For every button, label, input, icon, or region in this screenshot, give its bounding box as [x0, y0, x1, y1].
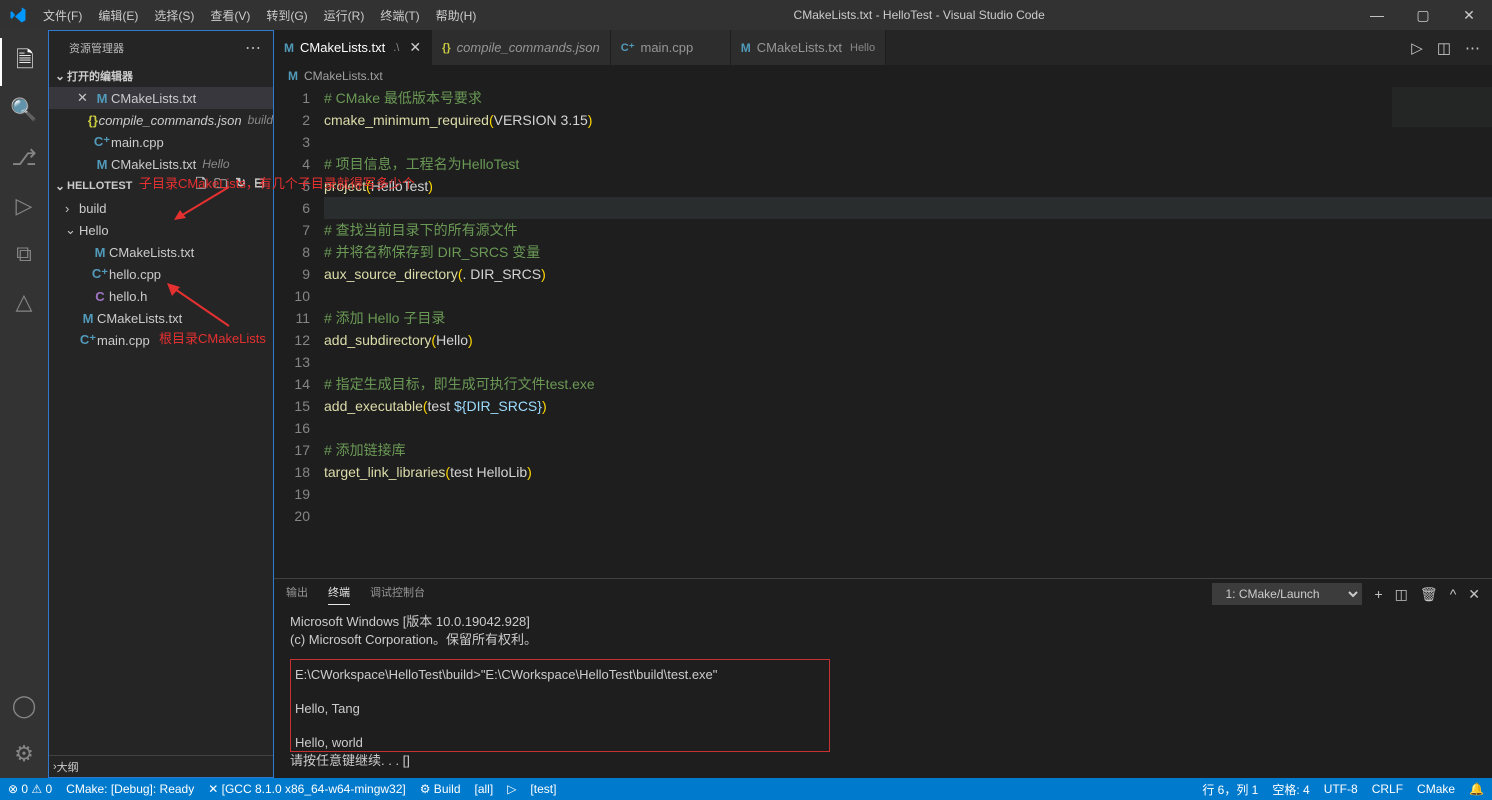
tab-more-icon[interactable]: ⋯: [1465, 39, 1480, 57]
menu-item[interactable]: 文件(F): [35, 7, 90, 24]
panel: 输出终端调试控制台 1: CMake/Launch + ◫ 🗑 ^ ✕ Micr…: [274, 578, 1492, 778]
file-tree-item[interactable]: C⁺hello.cpp: [49, 263, 273, 285]
sidebar-title: 资源管理器: [69, 40, 124, 56]
close-button[interactable]: ✕: [1446, 0, 1492, 30]
status-item[interactable]: 空格: 4: [1272, 781, 1309, 798]
panel-tab[interactable]: 调试控制台: [370, 584, 425, 605]
status-item[interactable]: 🔔: [1469, 782, 1484, 796]
editor-tab[interactable]: MCMakeLists.txtHello: [731, 30, 886, 65]
source-control-icon[interactable]: ⎇: [0, 134, 48, 182]
open-editors-header[interactable]: ⌄打开的编辑器: [49, 65, 273, 87]
editor-area: MCMakeLists.txt.\✕{}compile_commands.jso…: [274, 30, 1492, 778]
status-item[interactable]: ▷: [507, 782, 516, 796]
status-bar: ⊗ 0 ⚠ 0 CMake: [Debug]: Ready ✕ [GCC 8.1.0…: [0, 778, 1492, 800]
maximize-panel-icon[interactable]: ^: [1450, 586, 1457, 603]
menu-item[interactable]: 运行(R): [316, 7, 373, 24]
cmake-icon[interactable]: △: [0, 278, 48, 326]
menu-item[interactable]: 终端(T): [372, 7, 427, 24]
status-item[interactable]: ⊗ 0 ⚠ 0: [8, 782, 52, 796]
new-folder-icon[interactable]: 🗀: [214, 175, 227, 197]
refresh-icon[interactable]: ↻: [235, 175, 246, 197]
window-controls: — ▢ ✕: [1354, 0, 1492, 30]
panel-tab[interactable]: 输出: [286, 584, 308, 605]
status-item[interactable]: CMake: [1417, 782, 1455, 796]
trash-icon[interactable]: 🗑: [1420, 586, 1438, 603]
menu-bar: 文件(F)编辑(E)选择(S)查看(V)转到(G)运行(R)终端(T)帮助(H): [35, 7, 484, 24]
split-terminal-icon[interactable]: ◫: [1395, 586, 1408, 603]
terminal-output-highlight: E:\CWorkspace\HelloTest\build>"E:\CWorks…: [290, 659, 830, 752]
menu-item[interactable]: 转到(G): [258, 7, 315, 24]
minimap[interactable]: [1392, 87, 1492, 237]
close-panel-icon[interactable]: ✕: [1468, 586, 1480, 603]
code-editor[interactable]: 1234567891011121314151617181920 # CMake …: [274, 87, 1492, 578]
project-header[interactable]: ⌄HELLOTEST 🗋 🗀 ↻ ⊟: [49, 175, 273, 197]
menu-item[interactable]: 帮助(H): [428, 7, 485, 24]
open-editor-item[interactable]: {}compile_commands.jsonbuild: [49, 109, 273, 131]
run-icon[interactable]: ▷: [1411, 39, 1423, 57]
editor-tab[interactable]: C⁺main.cpp: [611, 30, 731, 65]
new-terminal-icon[interactable]: +: [1374, 586, 1382, 603]
status-item[interactable]: CRLF: [1372, 782, 1403, 796]
breadcrumb[interactable]: M CMakeLists.txt: [274, 65, 1492, 87]
menu-item[interactable]: 选择(S): [146, 7, 202, 24]
outline-header[interactable]: ›大纲: [49, 755, 273, 777]
terminal[interactable]: Microsoft Windows [版本 10.0.19042.928] (c…: [274, 609, 1492, 778]
titlebar: 文件(F)编辑(E)选择(S)查看(V)转到(G)运行(R)终端(T)帮助(H)…: [0, 0, 1492, 30]
settings-gear-icon[interactable]: ⚙: [0, 730, 48, 778]
activity-bar: 🗎 🔍 ⎇ ▷ ⧉ △ ◯ ⚙: [0, 30, 48, 778]
minimize-button[interactable]: —: [1354, 0, 1400, 30]
explorer-icon[interactable]: 🗎: [0, 38, 48, 86]
file-tree-item[interactable]: C⁺main.cpp: [49, 329, 273, 351]
run-debug-icon[interactable]: ▷: [0, 182, 48, 230]
menu-item[interactable]: 查看(V): [202, 7, 258, 24]
panel-tab[interactable]: 终端: [328, 584, 350, 605]
file-tree-item[interactable]: MCMakeLists.txt: [49, 307, 273, 329]
status-item[interactable]: [test]: [530, 782, 556, 796]
sidebar: 资源管理器 ⋯ ⌄打开的编辑器 ✕MCMakeLists.txt{}compil…: [48, 30, 274, 778]
extensions-icon[interactable]: ⧉: [0, 230, 48, 278]
file-tree-item[interactable]: MCMakeLists.txt: [49, 241, 273, 263]
open-editor-item[interactable]: ✕MCMakeLists.txt: [49, 87, 273, 109]
vscode-logo-icon: [0, 6, 35, 24]
editor-tab[interactable]: MCMakeLists.txt.\✕: [274, 30, 432, 65]
file-type-icon: M: [288, 69, 298, 83]
editor-tab[interactable]: {}compile_commands.json: [432, 30, 611, 65]
split-editor-icon[interactable]: ◫: [1437, 39, 1451, 57]
file-tree-item[interactable]: ›build: [49, 197, 273, 219]
status-item[interactable]: [all]: [475, 782, 494, 796]
status-item[interactable]: CMake: [Debug]: Ready: [66, 782, 194, 796]
maximize-button[interactable]: ▢: [1400, 0, 1446, 30]
account-icon[interactable]: ◯: [0, 682, 48, 730]
file-tree-item[interactable]: Chello.h: [49, 285, 273, 307]
status-item[interactable]: ⚙ Build: [420, 782, 461, 796]
status-item[interactable]: ✕ [GCC 8.1.0 x86_64-w64-mingw32]: [208, 782, 405, 796]
open-editor-item[interactable]: MCMakeLists.txtHello: [49, 153, 273, 175]
terminal-selector[interactable]: 1: CMake/Launch: [1212, 583, 1362, 605]
status-item[interactable]: UTF-8: [1324, 782, 1358, 796]
new-file-icon[interactable]: 🗋: [196, 175, 206, 197]
file-tree-item[interactable]: ⌄Hello: [49, 219, 273, 241]
status-item[interactable]: 行 6，列 1: [1202, 781, 1258, 798]
editor-tabs: MCMakeLists.txt.\✕{}compile_commands.jso…: [274, 30, 1492, 65]
menu-item[interactable]: 编辑(E): [90, 7, 146, 24]
collapse-icon[interactable]: ⊟: [254, 175, 265, 197]
search-icon[interactable]: 🔍: [0, 86, 48, 134]
sidebar-more-icon[interactable]: ⋯: [245, 38, 261, 58]
open-editor-item[interactable]: C⁺main.cpp: [49, 131, 273, 153]
window-title: CMakeLists.txt - HelloTest - Visual Stud…: [484, 8, 1354, 22]
